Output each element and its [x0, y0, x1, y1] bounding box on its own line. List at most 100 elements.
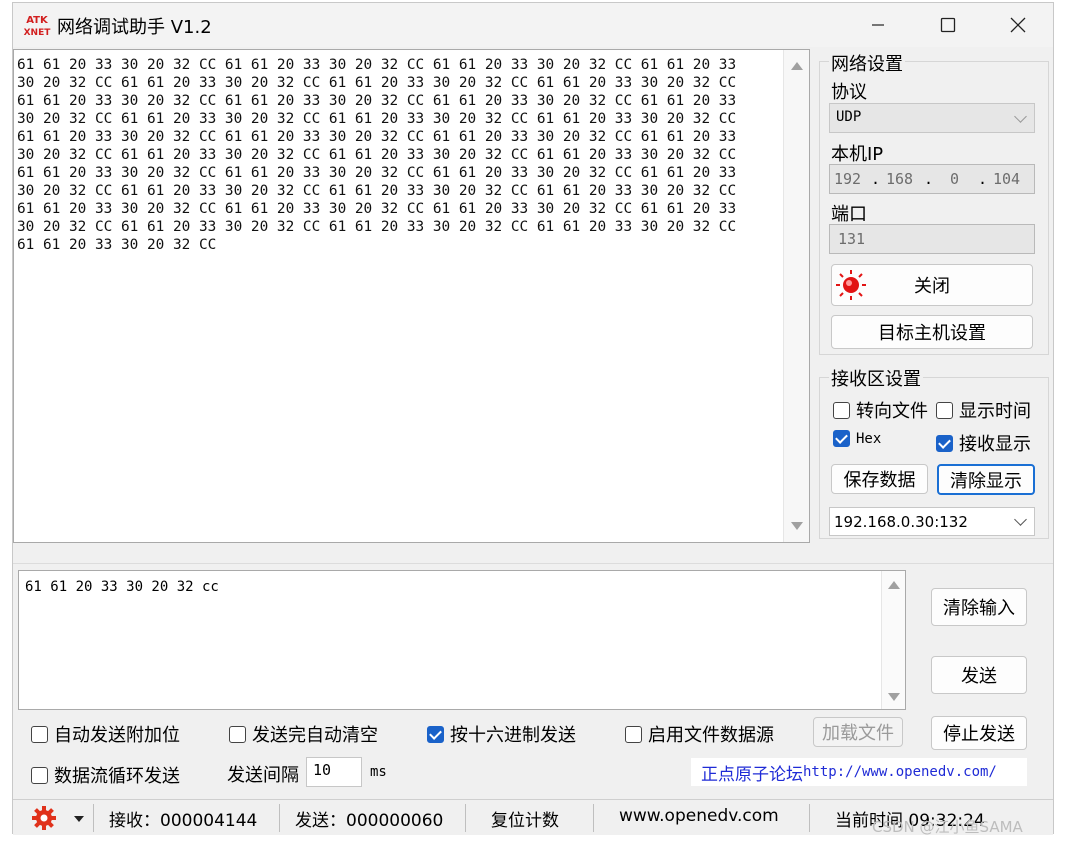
send-count: 发送：000000060 — [295, 806, 443, 831]
to-file-box[interactable] — [833, 401, 850, 419]
hex-checkbox[interactable]: Hex — [833, 430, 881, 447]
gear-icon[interactable] — [31, 805, 57, 831]
recv-count: 接收：000004144 — [109, 806, 257, 831]
app-logo-icon: ATK XNET — [24, 15, 51, 38]
auto-clear-label: 发送完自动清空 — [252, 725, 378, 746]
send-input[interactable]: 61 61 20 33 30 20 32 cc — [18, 570, 906, 710]
status-separator — [93, 804, 94, 832]
receive-line: 30 20 32 CC 61 61 20 33 30 20 32 CC 61 6… — [17, 75, 737, 91]
send-button[interactable]: 发送 — [931, 656, 1027, 694]
app-window: ATK XNET 网络调试助手 V1.2 61 61 20 33 30 20 3… — [12, 2, 1054, 835]
scroll-down-icon[interactable] — [888, 693, 900, 701]
show-recv-checkbox[interactable]: 接收显示 — [936, 430, 1031, 456]
receive-scrollbar[interactable] — [783, 50, 809, 542]
receive-line: 61 61 20 33 30 20 32 CC 61 61 20 33 30 2… — [17, 201, 737, 217]
target-host-button[interactable]: 目标主机设置 — [831, 315, 1033, 349]
file-source-box[interactable] — [625, 725, 642, 743]
to-file-checkbox[interactable]: 转向文件 — [833, 397, 928, 423]
auto-clear-box[interactable] — [229, 725, 246, 743]
loop-send-box[interactable] — [31, 766, 48, 784]
reset-count-button[interactable]: 复位计数 — [491, 806, 559, 831]
show-recv-label: 接收显示 — [959, 434, 1031, 455]
receive-line: 30 20 32 CC 61 61 20 33 30 20 32 CC 61 6… — [17, 111, 737, 127]
hex-box[interactable] — [833, 430, 850, 447]
ip-octet-1: 192 — [834, 170, 862, 188]
receive-area[interactable]: 61 61 20 33 30 20 32 CC 61 61 20 33 30 2… — [13, 49, 810, 543]
ip-label: 本机IP — [831, 144, 884, 165]
interval-unit: ms — [370, 764, 387, 780]
auto-append-box[interactable] — [31, 725, 48, 743]
save-data-button[interactable]: 保存数据 — [831, 464, 928, 494]
receive-line: 30 20 32 CC 61 61 20 33 30 20 32 CC 61 6… — [17, 183, 737, 199]
hex-send-box[interactable] — [427, 725, 444, 743]
file-source-checkbox[interactable]: 启用文件数据源 — [625, 721, 774, 747]
hex-send-checkbox[interactable]: 按十六进制发送 — [427, 721, 576, 747]
load-file-button[interactable]: 加载文件 — [813, 717, 903, 747]
port-label: 端口 — [831, 204, 867, 225]
port-value: 131 — [838, 230, 866, 248]
maximize-icon — [940, 17, 956, 33]
connection-status-icon — [836, 270, 866, 300]
clear-display-button[interactable]: 清除显示 — [937, 464, 1035, 495]
status-separator — [279, 804, 280, 832]
title-bar: ATK XNET 网络调试助手 V1.2 — [13, 3, 1053, 47]
svg-text:XNET: XNET — [24, 28, 51, 38]
ip-field[interactable]: 192 . 168 . 0 . 104 — [829, 164, 1035, 194]
forum-link[interactable]: 正点原子论坛 http://www.openedv.com/ — [691, 758, 1027, 786]
ip-dot-2: . — [924, 170, 934, 188]
ip-octet-3: 0 — [950, 170, 960, 188]
port-field[interactable]: 131 — [829, 224, 1035, 254]
minimize-icon — [872, 24, 884, 26]
status-separator — [809, 804, 810, 832]
status-separator — [593, 804, 594, 832]
close-connection-label: 关闭 — [914, 276, 950, 297]
receive-line: 61 61 20 33 30 20 32 CC 61 61 20 33 30 2… — [17, 93, 737, 109]
clear-input-button[interactable]: 清除输入 — [931, 588, 1027, 626]
protocol-value: UDP — [836, 109, 862, 125]
target-select-value: 192.168.0.30:132 — [834, 513, 968, 531]
protocol-label: 协议 — [831, 82, 867, 103]
send-count-label: 发送： — [295, 811, 346, 831]
receive-line: 61 61 20 33 30 20 32 CC 61 61 20 33 30 2… — [17, 57, 737, 73]
auto-clear-checkbox[interactable]: 发送完自动清空 — [229, 721, 378, 747]
receive-line: 61 61 20 33 30 20 32 CC 61 61 20 33 30 2… — [17, 129, 737, 145]
close-icon — [1010, 17, 1026, 33]
loop-send-label: 数据流循环发送 — [54, 766, 180, 787]
dropdown-arrow-icon[interactable] — [74, 816, 84, 822]
target-select[interactable]: 192.168.0.30:132 — [829, 507, 1035, 536]
watermark: CSDN @江小鱼SAMA — [872, 818, 1023, 836]
send-scrollbar[interactable] — [881, 571, 905, 709]
minimize-button[interactable] — [843, 3, 913, 47]
recv-count-label: 接收： — [109, 811, 160, 831]
scroll-down-icon[interactable] — [791, 522, 803, 530]
ip-dot-1: . — [871, 170, 881, 188]
show-recv-box[interactable] — [936, 434, 953, 452]
interval-input[interactable]: 10 — [306, 757, 362, 787]
receive-line: 30 20 32 CC 61 61 20 33 30 20 32 CC 61 6… — [17, 219, 737, 235]
recv-count-value: 000004144 — [160, 811, 258, 831]
loop-send-checkbox[interactable]: 数据流循环发送 — [31, 762, 180, 788]
maximize-button[interactable] — [913, 3, 983, 47]
receive-text: 61 61 20 33 30 20 32 CC 61 61 20 33 30 2… — [17, 56, 783, 254]
protocol-select[interactable]: UDP — [829, 103, 1035, 133]
scroll-up-icon[interactable] — [888, 581, 900, 589]
close-connection-button[interactable]: 关闭 — [831, 264, 1033, 306]
window-title: 网络调试助手 V1.2 — [57, 17, 212, 38]
website-label: www.openedv.com — [619, 806, 779, 826]
to-file-label: 转向文件 — [856, 401, 928, 422]
receive-line: 61 61 20 33 30 20 32 CC — [17, 237, 217, 253]
show-time-box[interactable] — [936, 401, 953, 419]
forum-url: http://www.openedv.com/ — [803, 764, 997, 780]
chevron-down-icon — [1014, 513, 1027, 526]
show-time-checkbox[interactable]: 显示时间 — [936, 397, 1031, 423]
auto-append-checkbox[interactable]: 自动发送附加位 — [31, 721, 180, 747]
receive-line: 30 20 32 CC 61 61 20 33 30 20 32 CC 61 6… — [17, 147, 737, 163]
scroll-up-icon[interactable] — [791, 62, 803, 70]
close-window-button[interactable] — [983, 3, 1053, 47]
send-area: 61 61 20 33 30 20 32 cc 清除输入 发送 停止发送 自动发… — [13, 563, 1053, 823]
send-count-value: 000000060 — [346, 811, 444, 831]
send-text: 61 61 20 33 30 20 32 cc — [25, 579, 219, 595]
network-settings-title: 网络设置 — [829, 50, 905, 76]
stop-send-button[interactable]: 停止发送 — [931, 716, 1027, 750]
interval-label: 发送间隔 — [227, 765, 299, 786]
